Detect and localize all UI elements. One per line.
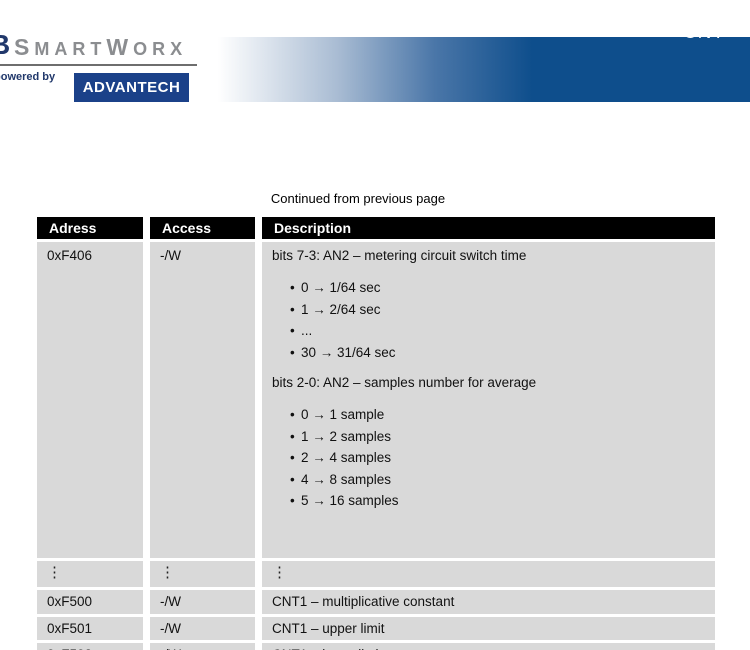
cell-description: bits 7-3: AN2 – metering circuit switch … — [262, 242, 715, 558]
cell-access: -/W — [150, 242, 255, 558]
banner-title: CNT — [683, 23, 725, 42]
continued-note: Continued from previous page — [0, 191, 716, 206]
header-cell-access: Access — [150, 217, 255, 239]
manual-page: CNT B SMARTWORX powered by ADVANTECH Con… — [0, 0, 750, 650]
powered-by-label: powered by — [0, 71, 55, 83]
cell-adress-ellipsis: ⋮ — [37, 561, 143, 587]
cell-access: -/W — [150, 643, 255, 650]
table-header-row: Adress Access Description — [37, 217, 715, 239]
cell-adress: 0xF406 — [37, 242, 143, 558]
smartworx-letters: ORX — [133, 39, 187, 59]
table-row-f502: 0xF502 -/W CNT1 – lower limit — [37, 643, 715, 650]
list-item: 4 → 8 samples — [290, 469, 715, 491]
bullet-list-samples: 0 → 1 sample 1 → 2 samples 2 → 4 samples… — [272, 404, 715, 512]
cell-adress: 0xF502 — [37, 643, 143, 650]
cell-description: CNT1 – multiplicative constant — [262, 590, 715, 614]
brand-divider-rule — [0, 64, 197, 66]
registers-table: Adress Access Description 0xF406 -/W bit… — [37, 217, 715, 650]
list-item: 1 → 2/64 sec — [290, 299, 715, 321]
list-item: 0 → 1 sample — [290, 404, 715, 426]
advantech-logo: ADVANTECH — [74, 73, 189, 102]
table-row-f406: 0xF406 -/W bits 7-3: AN2 – metering circ… — [37, 242, 715, 558]
desc-bits-7-3: bits 7-3: AN2 – metering circuit switch … — [272, 248, 715, 263]
table-row-f501: 0xF501 -/W CNT1 – upper limit — [37, 617, 715, 640]
list-item: ... — [290, 320, 715, 342]
smartworx-letter: S — [14, 34, 34, 60]
smartworx-logo: SMARTWORX — [14, 36, 187, 60]
smartworx-letter: W — [106, 34, 133, 60]
cell-adress: 0xF500 — [37, 590, 143, 614]
list-item: 1 → 2 samples — [290, 426, 715, 448]
cell-access: -/W — [150, 590, 255, 614]
bullet-list-switch-time: 0 → 1/64 sec 1 → 2/64 sec ... 30 → 31/64… — [272, 277, 715, 363]
list-item: 5 → 16 samples — [290, 490, 715, 512]
table-row-ellipsis: ⋮ ⋮ ⋮ — [37, 561, 715, 587]
cell-adress: 0xF501 — [37, 617, 143, 640]
list-item: 2 → 4 samples — [290, 447, 715, 469]
list-item: 30 → 31/64 sec — [290, 342, 715, 364]
desc-bits-2-0: bits 2-0: AN2 – samples number for avera… — [272, 375, 715, 390]
header-cell-adress: Adress — [37, 217, 143, 239]
table-row-f500: 0xF500 -/W CNT1 – multiplicative constan… — [37, 590, 715, 614]
cell-access: -/W — [150, 617, 255, 640]
advantech-logo-text: ADVANTECH — [83, 79, 181, 96]
bb-logo-b: B — [0, 31, 10, 59]
cell-description: CNT1 – upper limit — [262, 617, 715, 640]
list-item: 0 → 1/64 sec — [290, 277, 715, 299]
header-cell-description: Description — [262, 217, 715, 239]
cell-access-ellipsis: ⋮ — [150, 561, 255, 587]
cell-description-ellipsis: ⋮ — [262, 561, 715, 587]
smartworx-letters: MART — [34, 39, 106, 59]
cell-description: CNT1 – lower limit — [262, 643, 715, 650]
